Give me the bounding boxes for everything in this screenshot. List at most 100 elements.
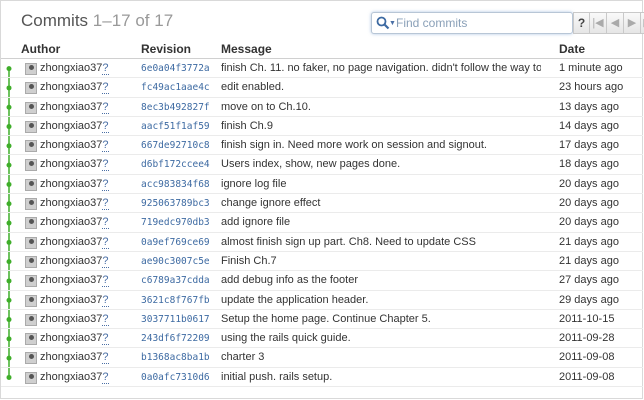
author-cell[interactable]: zhongxiao37? bbox=[40, 62, 109, 75]
author-name[interactable]: zhongxiao37 bbox=[40, 158, 102, 170]
author-cell[interactable]: zhongxiao37? bbox=[40, 235, 109, 249]
unknown-user-marker[interactable]: ? bbox=[102, 119, 109, 133]
table-row[interactable]: zhongxiao37? 243df6f72209 using the rails … bbox=[1, 329, 643, 349]
first-page-button[interactable]: |◀ bbox=[590, 12, 607, 34]
author-cell[interactable]: zhongxiao37? bbox=[40, 274, 109, 288]
table-row[interactable]: zhongxiao37? 0a9ef769ce69 almost finish si… bbox=[1, 233, 643, 252]
author-cell[interactable]: zhongxiao37? bbox=[40, 351, 109, 365]
commit-message: Setup the home page. Continue Chapter 5. bbox=[221, 312, 431, 325]
table-row[interactable]: zhongxiao37? 719edc970db3 add ignore file 2… bbox=[1, 213, 643, 233]
revision-link[interactable]: 925063789bc3 bbox=[141, 198, 210, 209]
table-row[interactable]: zhongxiao37? 667de92710c8 finish sign in. … bbox=[1, 136, 643, 156]
column-header-author[interactable]: Author bbox=[21, 42, 60, 56]
author-name[interactable]: zhongxiao37 bbox=[40, 178, 102, 190]
commit-date: 2011-09-28 bbox=[559, 332, 615, 345]
commit-message: move on to Ch.10. bbox=[221, 100, 311, 113]
author-name[interactable]: zhongxiao37 bbox=[40, 236, 102, 248]
author-cell[interactable]: zhongxiao37? bbox=[40, 332, 109, 346]
column-header-revision[interactable]: Revision bbox=[141, 42, 191, 56]
column-header-date[interactable]: Date bbox=[559, 42, 585, 56]
author-cell[interactable]: zhongxiao37? bbox=[40, 197, 109, 211]
revision-link[interactable]: 667de92710c8 bbox=[141, 140, 210, 151]
author-cell[interactable]: zhongxiao37? bbox=[40, 254, 109, 268]
revision-link[interactable]: acc983834f68 bbox=[141, 179, 210, 190]
unknown-user-marker[interactable]: ? bbox=[102, 370, 109, 384]
revision-link[interactable]: fc49ac1aae4c bbox=[141, 82, 210, 93]
table-row[interactable]: zhongxiao37? 3621c8f767fb update the appli… bbox=[1, 291, 643, 310]
author-cell[interactable]: zhongxiao37? bbox=[40, 100, 109, 114]
table-row[interactable]: zhongxiao37? ae90c3007c5e Finish Ch.7 21 da… bbox=[1, 252, 643, 272]
author-cell[interactable]: zhongxiao37? bbox=[40, 119, 109, 133]
revision-link[interactable]: 0a0afc7310d6 bbox=[141, 372, 210, 383]
author-cell[interactable]: zhongxiao37? bbox=[40, 293, 109, 307]
unknown-user-marker[interactable]: ? bbox=[102, 197, 109, 211]
table-row[interactable]: zhongxiao37? b1368ac8ba1b charter 3 2011-09… bbox=[1, 348, 643, 368]
author-name[interactable]: zhongxiao37 bbox=[40, 216, 102, 228]
author-cell[interactable]: zhongxiao37? bbox=[40, 312, 109, 326]
author-name[interactable]: zhongxiao37 bbox=[40, 139, 102, 151]
table-row[interactable]: zhongxiao37? c6789a37cdda add debug info a… bbox=[1, 271, 643, 291]
author-name[interactable]: zhongxiao37 bbox=[40, 62, 102, 74]
unknown-user-marker[interactable]: ? bbox=[102, 216, 109, 230]
unknown-user-marker[interactable]: ? bbox=[102, 177, 109, 191]
author-cell[interactable]: zhongxiao37? bbox=[40, 158, 109, 172]
table-row[interactable]: zhongxiao37? acc983834f68 ignore log file 2… bbox=[1, 175, 643, 195]
column-header-message[interactable]: Message bbox=[221, 42, 272, 56]
author-name[interactable]: zhongxiao37 bbox=[40, 332, 102, 344]
help-button[interactable]: ? bbox=[573, 12, 590, 34]
search-box[interactable]: ▼ bbox=[371, 12, 573, 34]
unknown-user-marker[interactable]: ? bbox=[102, 235, 109, 249]
author-name[interactable]: zhongxiao37 bbox=[40, 294, 102, 306]
revision-link[interactable]: 3621c8f767fb bbox=[141, 295, 210, 306]
table-row[interactable]: zhongxiao37? d6bf172ccee4 Users index, sho… bbox=[1, 155, 643, 175]
revision-link[interactable]: 8ec3b492827f bbox=[141, 102, 210, 113]
author-cell[interactable]: zhongxiao37? bbox=[40, 177, 109, 191]
author-name[interactable]: zhongxiao37 bbox=[40, 101, 102, 113]
author-name[interactable]: zhongxiao37 bbox=[40, 371, 102, 383]
unknown-user-marker[interactable]: ? bbox=[102, 254, 109, 268]
unknown-user-marker[interactable]: ? bbox=[102, 81, 109, 95]
author-name[interactable]: zhongxiao37 bbox=[40, 274, 102, 286]
revision-link[interactable]: 6e0a04f3772a bbox=[141, 63, 210, 74]
revision-link[interactable]: c6789a37cdda bbox=[141, 275, 210, 286]
table-row[interactable]: zhongxiao37? 925063789bc3 change ignore ef… bbox=[1, 194, 643, 214]
table-row[interactable]: zhongxiao37? 6e0a04f3772a finish Ch. 11. n… bbox=[1, 59, 643, 79]
author-cell[interactable]: zhongxiao37? bbox=[40, 216, 109, 230]
revision-link[interactable]: b1368ac8ba1b bbox=[141, 352, 210, 363]
unknown-user-marker[interactable]: ? bbox=[102, 332, 109, 346]
unknown-user-marker[interactable]: ? bbox=[102, 312, 109, 326]
search-input[interactable] bbox=[396, 15, 568, 31]
table-row[interactable]: zhongxiao37? 3037711b0617 Setup the home p… bbox=[1, 310, 643, 330]
prev-page-button[interactable]: ◀ bbox=[607, 12, 624, 34]
table-row[interactable]: zhongxiao37? aacf51f1af59 finish Ch.9 14 da… bbox=[1, 117, 643, 137]
next-page-button[interactable]: ▶ bbox=[624, 12, 641, 34]
table-row[interactable]: zhongxiao37? 8ec3b492827f move on to Ch.10… bbox=[1, 98, 643, 117]
author-cell[interactable]: zhongxiao37? bbox=[40, 81, 109, 95]
unknown-user-marker[interactable]: ? bbox=[102, 62, 109, 75]
author-cell[interactable]: zhongxiao37? bbox=[40, 370, 109, 384]
unknown-user-marker[interactable]: ? bbox=[102, 158, 109, 172]
table-row[interactable]: zhongxiao37? 0a0afc7310d6 initial push. ra… bbox=[1, 368, 643, 388]
unknown-user-marker[interactable]: ? bbox=[102, 351, 109, 365]
revision-link[interactable]: 719edc970db3 bbox=[141, 217, 210, 228]
table-row[interactable]: zhongxiao37? fc49ac1aae4c edit enabled. 23 … bbox=[1, 78, 643, 98]
unknown-user-marker[interactable]: ? bbox=[102, 139, 109, 153]
author-name[interactable]: zhongxiao37 bbox=[40, 197, 102, 209]
search-icon[interactable] bbox=[376, 16, 390, 30]
search-options-chevron-icon[interactable]: ▼ bbox=[389, 20, 396, 27]
revision-link[interactable]: 3037711b0617 bbox=[141, 314, 210, 325]
unknown-user-marker[interactable]: ? bbox=[102, 100, 109, 114]
revision-link[interactable]: 243df6f72209 bbox=[141, 333, 210, 344]
revision-link[interactable]: ae90c3007c5e bbox=[141, 256, 210, 267]
author-name[interactable]: zhongxiao37 bbox=[40, 313, 102, 325]
author-name[interactable]: zhongxiao37 bbox=[40, 81, 102, 93]
revision-link[interactable]: d6bf172ccee4 bbox=[141, 159, 210, 170]
unknown-user-marker[interactable]: ? bbox=[102, 293, 109, 307]
author-name[interactable]: zhongxiao37 bbox=[40, 120, 102, 132]
author-cell[interactable]: zhongxiao37? bbox=[40, 139, 109, 153]
author-name[interactable]: zhongxiao37 bbox=[40, 255, 102, 267]
revision-link[interactable]: 0a9ef769ce69 bbox=[141, 237, 210, 248]
revision-link[interactable]: aacf51f1af59 bbox=[141, 121, 210, 132]
author-name[interactable]: zhongxiao37 bbox=[40, 351, 102, 363]
unknown-user-marker[interactable]: ? bbox=[102, 274, 109, 288]
